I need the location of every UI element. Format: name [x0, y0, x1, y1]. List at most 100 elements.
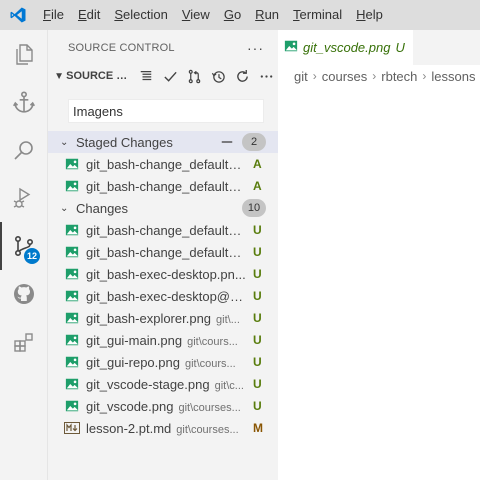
file-status: A — [253, 157, 262, 171]
image-file-icon — [64, 398, 80, 414]
menu-help[interactable]: Help — [349, 0, 390, 30]
file-status: U — [253, 355, 262, 369]
file-status: U — [253, 289, 262, 303]
search-icon[interactable] — [0, 126, 48, 174]
menu-view[interactable]: View — [175, 0, 217, 30]
staged-changes-group[interactable]: ⌄ Staged Changes 2 — [48, 131, 278, 153]
file-name: git_bash-change_default_f... — [86, 156, 246, 172]
tab-label: git_vscode.png — [303, 40, 391, 55]
file-name: git_bash-exec-desktop.pn... — [86, 266, 246, 282]
image-file-icon — [64, 244, 80, 260]
file-row[interactable]: git_bash-change_default_f... U — [48, 241, 278, 263]
file-row[interactable]: git_bash-exec-desktop.pn... U — [48, 263, 278, 285]
chevron-down-icon[interactable]: ▼ — [52, 71, 66, 82]
staged-count-badge: 2 — [242, 133, 266, 151]
vscode-logo-icon — [0, 0, 36, 30]
image-file-icon — [64, 266, 80, 282]
file-directory: git\cours... — [184, 357, 236, 370]
menu-edit[interactable]: Edit — [71, 0, 107, 30]
file-row[interactable]: git_vscode-stage.png git\c... U — [48, 373, 278, 395]
file-row[interactable]: lesson-2.pt.md git\courses... M — [48, 417, 278, 439]
github-icon[interactable] — [0, 270, 48, 318]
menu-terminal[interactable]: Terminal — [286, 0, 349, 30]
activity-bar: 12 — [0, 30, 48, 480]
markdown-file-icon — [64, 420, 80, 436]
image-file-icon — [64, 156, 80, 172]
image-file-icon — [64, 376, 80, 392]
image-file-icon — [64, 354, 80, 370]
menu-selection[interactable]: Selection — [107, 0, 174, 30]
file-row[interactable]: git_bash-exec-desktop@0,... U — [48, 285, 278, 307]
file-name: git_gui-repo.png — [86, 354, 180, 370]
editor-area: git_vscode.png U git › courses › rbtech … — [278, 30, 480, 480]
menu-run[interactable]: Run — [248, 0, 286, 30]
file-directory: git\cours... — [187, 335, 238, 348]
chevron-down-icon[interactable]: ⌄ — [60, 203, 76, 214]
run-debug-icon[interactable] — [0, 174, 48, 222]
extensions-icon[interactable] — [0, 318, 48, 366]
unstage-all-icon[interactable] — [218, 133, 236, 151]
file-status: U — [253, 333, 262, 347]
sidebar-title: SOURCE CONTROL — [68, 41, 175, 54]
file-row[interactable]: git_vscode.png git\courses... U — [48, 395, 278, 417]
file-row[interactable]: git_bash-change_default_f... A — [48, 175, 278, 197]
chevron-right-icon: › — [312, 69, 317, 83]
repository-header[interactable]: ▼ SOURCE C... — [48, 65, 278, 87]
file-name: git_bash-exec-desktop@0,... — [86, 288, 246, 304]
file-status: U — [253, 377, 262, 391]
file-directory: git\c... — [214, 379, 244, 392]
file-name: git_vscode.png — [86, 398, 174, 414]
anchor-icon[interactable] — [0, 78, 48, 126]
view-as-list-icon[interactable] — [134, 65, 158, 87]
menu-file[interactable]: File — [36, 0, 71, 30]
commit-message-field[interactable] — [73, 103, 259, 119]
file-status: U — [253, 223, 262, 237]
file-name: git_bash-change_default_f... — [86, 244, 246, 260]
source-control-sidebar: SOURCE CONTROL ··· ▼ SOURCE C... Imagens… — [48, 30, 278, 480]
commit-message-input[interactable] — [68, 99, 264, 123]
tab-status: U — [395, 40, 405, 55]
changes-group[interactable]: ⌄ Changes 10 — [48, 197, 278, 219]
file-status: A — [253, 179, 262, 193]
file-directory: git\... — [216, 313, 240, 326]
menu-go[interactable]: Go — [217, 0, 248, 30]
file-row[interactable]: git_bash-change_default_f... A — [48, 153, 278, 175]
breadcrumb-item[interactable]: lessons — [431, 69, 475, 84]
breadcrumb-item[interactable]: git — [294, 69, 308, 84]
refresh-icon[interactable] — [230, 65, 254, 87]
breadcrumb: git › courses › rbtech › lessons — [278, 65, 480, 87]
explorer-icon[interactable] — [0, 30, 48, 78]
image-file-icon — [64, 332, 80, 348]
file-status: U — [253, 245, 262, 259]
file-row[interactable]: git_gui-repo.png git\cours... U — [48, 351, 278, 373]
more-icon[interactable] — [254, 65, 278, 87]
menu-bar: File Edit Selection View Go Run Terminal Help — [0, 0, 480, 30]
file-name: git_gui-main.png — [86, 332, 183, 348]
image-file-icon — [64, 222, 80, 238]
sidebar-header: SOURCE CONTROL ··· — [48, 30, 278, 65]
image-file-icon — [64, 178, 80, 194]
repository-label: SOURCE C... — [66, 70, 128, 82]
chevron-down-icon[interactable]: ⌄ — [60, 137, 76, 148]
commit-check-icon[interactable] — [158, 65, 182, 87]
chevron-right-icon: › — [372, 69, 377, 83]
file-row[interactable]: git_bash-change_default_f... U — [48, 219, 278, 241]
breadcrumb-item[interactable]: courses — [322, 69, 368, 84]
history-icon[interactable] — [206, 65, 230, 87]
staged-changes-label: Staged Changes — [76, 134, 173, 150]
file-row[interactable]: git_gui-main.png git\cours... U — [48, 329, 278, 351]
file-name: lesson-2.pt.md — [86, 420, 172, 436]
file-row[interactable]: git_bash-explorer.png git\... U — [48, 307, 278, 329]
tab-git-vscode[interactable]: git_vscode.png U — [278, 30, 413, 65]
file-status: U — [253, 267, 262, 281]
more-actions-icon[interactable]: ··· — [247, 40, 264, 56]
source-control-icon[interactable]: 12 — [0, 222, 48, 270]
file-directory: git\courses... — [176, 423, 239, 436]
file-status: U — [253, 311, 262, 325]
pull-request-icon[interactable] — [182, 65, 206, 87]
changes-label: Changes — [76, 200, 129, 216]
breadcrumb-item[interactable]: rbtech — [381, 69, 417, 84]
file-status: M — [253, 421, 263, 435]
image-file-icon — [64, 310, 80, 326]
file-name: git_vscode-stage.png — [86, 376, 210, 392]
